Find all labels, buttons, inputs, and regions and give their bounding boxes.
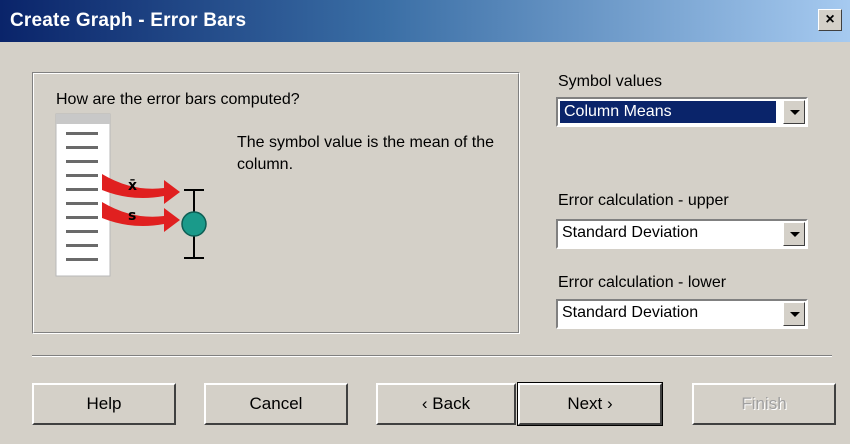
back-button[interactable]: ‹ Back: [376, 383, 516, 425]
close-button[interactable]: ×: [818, 9, 842, 31]
next-button[interactable]: Next ›: [517, 382, 663, 426]
error-upper-value: Standard Deviation: [562, 224, 699, 241]
error-lower-label: Error calculation - lower: [558, 274, 727, 291]
error-bar-illustration-icon: x̄ s: [55, 113, 207, 277]
symbol-values-value: Column Means: [560, 101, 776, 123]
error-upper-label: Error calculation - upper: [558, 192, 729, 209]
error-lower-select[interactable]: Standard Deviation: [556, 299, 808, 329]
symbol-values-label: Symbol values: [558, 73, 663, 90]
finish-button: Finish: [692, 383, 836, 425]
error-upper-select[interactable]: Standard Deviation: [556, 219, 808, 249]
symbol-values-select[interactable]: Column Means: [556, 97, 808, 127]
button-separator: [32, 355, 832, 357]
svg-text:x̄: x̄: [128, 178, 137, 194]
chevron-down-icon[interactable]: [783, 302, 805, 326]
title-bar: Create Graph - Error Bars ×: [0, 0, 850, 42]
window-title: Create Graph - Error Bars: [10, 10, 247, 31]
chevron-down-icon[interactable]: [783, 100, 805, 124]
chevron-down-icon[interactable]: [783, 222, 805, 246]
svg-text:s: s: [128, 208, 136, 224]
description-text: The symbol value is the mean of the colu…: [237, 134, 495, 173]
help-button[interactable]: Help: [32, 383, 176, 425]
error-lower-value: Standard Deviation: [562, 304, 699, 321]
cancel-button[interactable]: Cancel: [204, 383, 348, 425]
close-icon: ×: [825, 11, 835, 28]
question-text: How are the error bars computed?: [56, 91, 300, 108]
